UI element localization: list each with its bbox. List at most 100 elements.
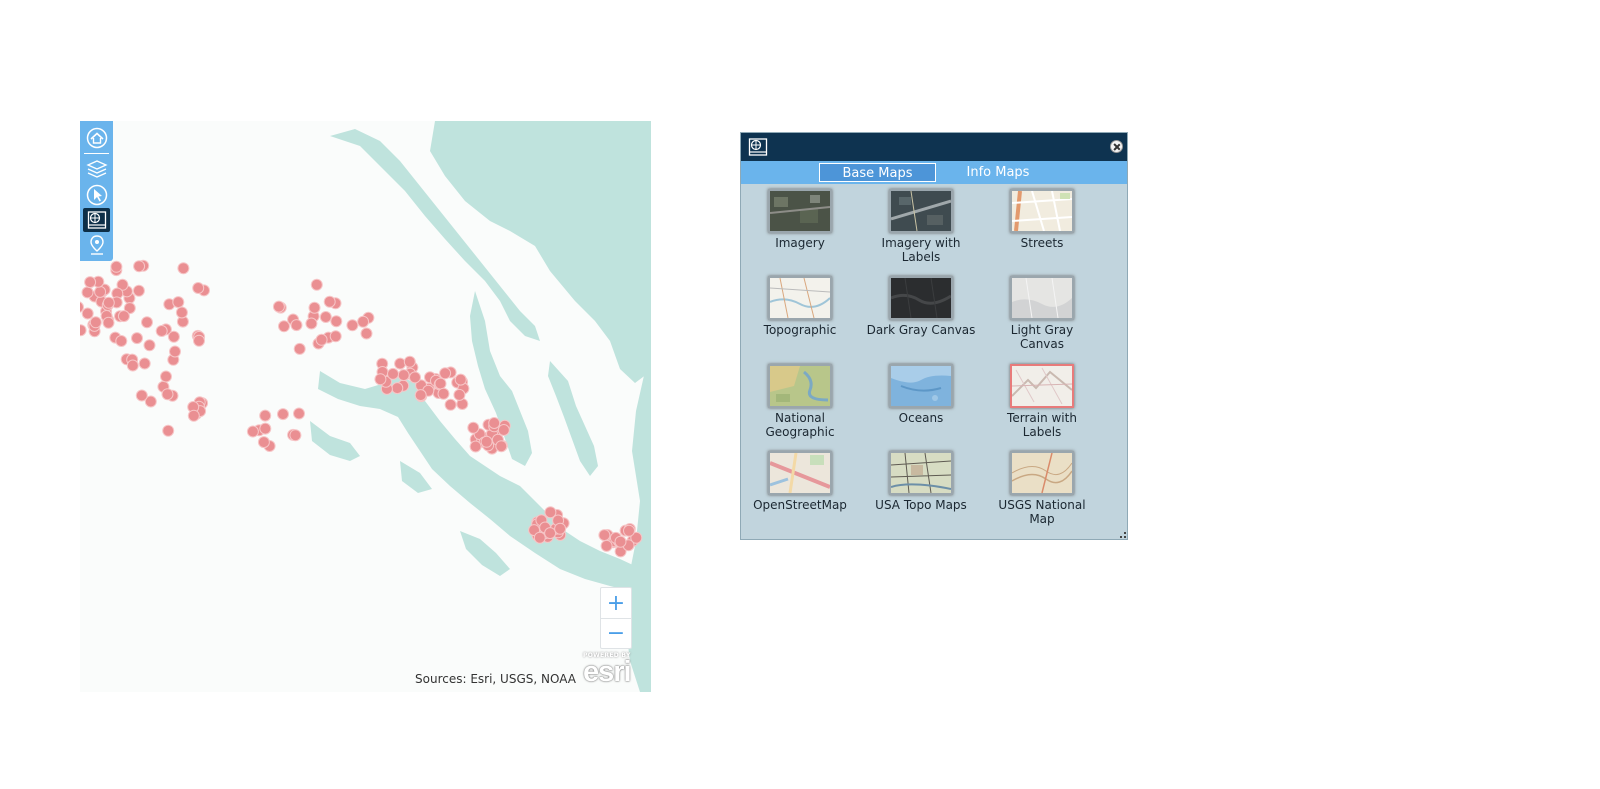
map-point-marker[interactable] bbox=[330, 315, 343, 328]
map-point-marker[interactable] bbox=[469, 440, 482, 453]
map-point-marker[interactable] bbox=[397, 369, 410, 382]
map-point-marker[interactable] bbox=[374, 373, 387, 386]
basemap-terrain-with-labels[interactable]: Terrain with Labels bbox=[987, 364, 1097, 439]
map-point-marker[interactable] bbox=[277, 408, 289, 421]
map-point-marker[interactable] bbox=[193, 334, 205, 347]
basemap-oceans[interactable]: Oceans bbox=[866, 364, 976, 425]
map-point-marker[interactable] bbox=[319, 311, 332, 323]
map-point-marker[interactable] bbox=[323, 295, 336, 308]
map-point-marker[interactable] bbox=[126, 359, 139, 372]
basemap-streets[interactable]: Streets bbox=[987, 189, 1097, 250]
map-point-marker[interactable] bbox=[102, 316, 115, 329]
tab-info-maps[interactable]: Info Maps bbox=[943, 163, 1053, 182]
map-point-marker[interactable] bbox=[315, 333, 328, 346]
map-point-marker[interactable] bbox=[488, 417, 501, 429]
map-point-marker[interactable] bbox=[187, 409, 200, 422]
map-point-marker[interactable] bbox=[444, 398, 457, 411]
map-point-marker[interactable] bbox=[360, 327, 373, 340]
resize-handle-icon[interactable] bbox=[1120, 532, 1126, 538]
map-point-marker[interactable] bbox=[246, 425, 259, 438]
basemap-imagery-with-labels[interactable]: Imagery with Labels bbox=[866, 189, 976, 264]
map-point-marker[interactable] bbox=[102, 296, 115, 309]
map-point-marker[interactable] bbox=[329, 330, 342, 343]
basemap-gallery-button[interactable] bbox=[83, 208, 110, 232]
map-point-marker[interactable] bbox=[437, 387, 450, 400]
map-point-marker[interactable] bbox=[117, 310, 130, 323]
map-point-marker[interactable] bbox=[155, 325, 168, 337]
map-point-marker[interactable] bbox=[394, 357, 407, 370]
map-point-marker[interactable] bbox=[259, 409, 272, 422]
basemap-imagery[interactable]: Imagery bbox=[745, 189, 855, 250]
home-button[interactable] bbox=[83, 126, 110, 150]
basemap-usa-topo-maps[interactable]: USA Topo Maps bbox=[866, 451, 976, 512]
zoom-in-button[interactable]: + bbox=[601, 588, 631, 618]
map-point-marker[interactable] bbox=[434, 377, 447, 390]
map-point-marker[interactable] bbox=[89, 316, 102, 329]
map-point-marker[interactable] bbox=[533, 531, 546, 544]
map-point-marker[interactable] bbox=[141, 316, 153, 329]
map-point-marker[interactable] bbox=[310, 278, 323, 291]
map-point-marker[interactable] bbox=[454, 373, 467, 386]
map-point-marker[interactable] bbox=[387, 367, 399, 380]
basemap-national-geographic[interactable]: National Geographic bbox=[745, 364, 855, 439]
map-point-marker[interactable] bbox=[467, 421, 480, 434]
map-point-marker[interactable] bbox=[357, 315, 370, 328]
map-point-marker[interactable] bbox=[305, 317, 318, 330]
map-point-marker[interactable] bbox=[160, 370, 172, 383]
map-point-marker[interactable] bbox=[439, 367, 452, 380]
basemap-dark-gray-canvas[interactable]: Dark Gray Canvas bbox=[866, 276, 976, 337]
locate-button[interactable] bbox=[83, 233, 110, 257]
map-point-marker[interactable] bbox=[293, 407, 305, 420]
map-point-marker[interactable] bbox=[414, 389, 427, 402]
map-point-marker[interactable] bbox=[167, 330, 180, 343]
map-point-marker[interactable] bbox=[259, 422, 272, 435]
zoom-out-button[interactable]: − bbox=[601, 618, 631, 648]
map-point-marker[interactable] bbox=[131, 332, 143, 345]
map-point-marker[interactable] bbox=[175, 306, 188, 319]
map-point-marker[interactable] bbox=[172, 296, 185, 309]
map-point-marker[interactable] bbox=[138, 357, 151, 370]
map-point-marker[interactable] bbox=[81, 307, 94, 320]
map-point-marker[interactable] bbox=[289, 429, 302, 442]
map-point-marker[interactable] bbox=[598, 529, 611, 542]
map-point-marker[interactable] bbox=[81, 286, 94, 299]
map-point-marker[interactable] bbox=[495, 440, 508, 453]
map-point-marker[interactable] bbox=[293, 342, 306, 355]
map-point-marker[interactable] bbox=[80, 324, 87, 337]
map-point-marker[interactable] bbox=[115, 335, 128, 347]
basemap-openstreetmap[interactable]: OpenStreetMap bbox=[745, 451, 855, 512]
map-point-marker[interactable] bbox=[192, 282, 205, 294]
esri-logo[interactable]: POWERED BY esri bbox=[583, 652, 647, 688]
map-point-marker[interactable] bbox=[480, 435, 493, 448]
map-point-marker[interactable] bbox=[600, 539, 613, 552]
map-point-marker[interactable] bbox=[409, 371, 421, 384]
close-icon[interactable] bbox=[1110, 140, 1123, 153]
map-point-marker[interactable] bbox=[346, 319, 359, 332]
map-point-marker[interactable] bbox=[143, 339, 156, 352]
map-point-marker[interactable] bbox=[132, 284, 145, 297]
map-point-marker[interactable] bbox=[177, 262, 190, 275]
basemap-topographic[interactable]: Topographic bbox=[745, 276, 855, 337]
select-button[interactable] bbox=[83, 183, 110, 207]
map-point-marker[interactable] bbox=[272, 300, 285, 313]
basemap-light-gray-canvas[interactable]: Light Gray Canvas bbox=[987, 276, 1097, 351]
map-point-marker[interactable] bbox=[554, 522, 567, 535]
map-point-marker[interactable] bbox=[133, 260, 146, 273]
map-point-marker[interactable] bbox=[623, 524, 635, 537]
map-point-marker[interactable] bbox=[84, 276, 97, 289]
map-point-marker[interactable] bbox=[453, 388, 466, 401]
map-point-marker[interactable] bbox=[278, 320, 290, 333]
map-point-marker[interactable] bbox=[308, 301, 321, 314]
tab-base-maps[interactable]: Base Maps bbox=[819, 163, 936, 182]
map-point-marker[interactable] bbox=[497, 424, 510, 436]
basemap-usgs-national-map[interactable]: USGS National Map bbox=[987, 451, 1097, 526]
map-point-marker[interactable] bbox=[614, 535, 627, 548]
map-point-marker[interactable] bbox=[135, 389, 148, 402]
map-point-marker[interactable] bbox=[403, 355, 416, 368]
map-point-marker[interactable] bbox=[257, 436, 270, 449]
map-point-marker[interactable] bbox=[544, 527, 557, 540]
map-point-marker[interactable] bbox=[161, 388, 174, 401]
map-view[interactable]: + − Sources: Esri, USGS, NOAA POWERED BY… bbox=[80, 121, 651, 692]
map-point-marker[interactable] bbox=[169, 345, 181, 358]
map-point-marker[interactable] bbox=[290, 319, 303, 332]
